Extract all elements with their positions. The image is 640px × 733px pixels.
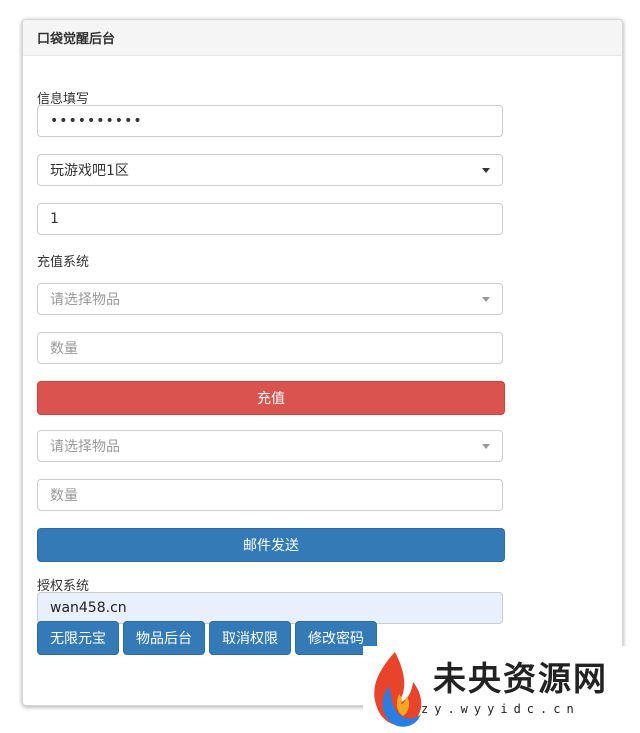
recharge-button[interactable]: 充值 — [37, 381, 505, 415]
role-id-value: 1 — [50, 211, 59, 227]
mail-quantity-field[interactable]: 数量 — [37, 479, 503, 511]
chevron-down-icon — [482, 297, 490, 302]
recharge-item-select[interactable]: 请选择物品 — [37, 283, 503, 315]
mail-send-button[interactable]: 邮件发送 — [37, 528, 505, 562]
chevron-down-icon — [482, 444, 490, 449]
watermark-title: 未央资源网 — [433, 659, 608, 698]
mail-quantity-placeholder: 数量 — [50, 488, 78, 504]
auth-code-value: wan458.cn — [50, 600, 127, 616]
server-select[interactable]: 玩游戏吧1区 — [37, 154, 503, 186]
watermark: 未央资源网 zy.wyyidc.cn — [363, 646, 640, 733]
item-backend-button[interactable]: 物品后台 — [123, 621, 205, 655]
mail-item-select[interactable]: 请选择物品 — [37, 430, 503, 462]
panel-body: 信息填写 •••••••••• 玩游戏吧1区 1 充值系统 请选择物品 数量 充… — [22, 19, 621, 704]
recharge-quantity-placeholder: 数量 — [50, 341, 78, 357]
chevron-down-icon — [482, 168, 490, 173]
recharge-section-label: 充值系统 — [37, 255, 90, 270]
flame-logo-icon — [374, 652, 422, 727]
password-field[interactable]: •••••••••• — [37, 105, 503, 137]
recharge-item-placeholder: 请选择物品 — [50, 292, 120, 308]
revoke-permission-button[interactable]: 取消权限 — [209, 621, 291, 655]
watermark-subtitle: zy.wyyidc.cn — [421, 702, 580, 716]
server-selected-value: 玩游戏吧1区 — [50, 163, 129, 179]
auth-code-field[interactable]: wan458.cn — [37, 592, 503, 624]
role-id-field[interactable]: 1 — [37, 203, 503, 235]
unlimited-ingot-button[interactable]: 无限元宝 — [37, 621, 119, 655]
mail-item-placeholder: 请选择物品 — [50, 439, 120, 455]
recharge-quantity-field[interactable]: 数量 — [37, 332, 503, 364]
password-value: •••••••••• — [50, 113, 143, 129]
